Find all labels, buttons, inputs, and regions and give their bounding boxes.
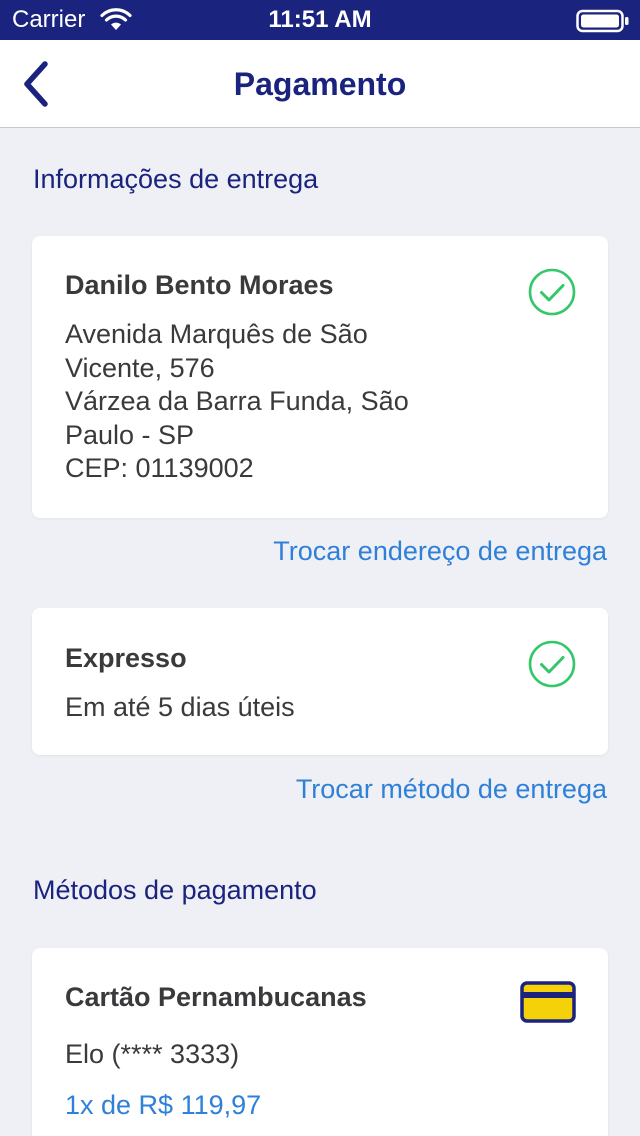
address-line-4: Paulo - SP (65, 420, 195, 450)
shipping-method-card[interactable]: Expresso Em até 5 dias úteis (32, 608, 608, 755)
delivery-section-title: Informações de entrega (33, 164, 319, 194)
credit-card-icon (520, 981, 576, 1023)
check-circle-icon (528, 640, 576, 688)
address-line-2: Vicente, 576 (65, 353, 215, 383)
address-line-1: Avenida Marquês de São (65, 319, 368, 349)
payment-card-brand: Elo (**** 3333) (65, 1039, 240, 1069)
payment-card-name: Cartão Pernambucanas (65, 982, 367, 1012)
shipping-method-name: Expresso (65, 643, 187, 673)
address-card[interactable]: Danilo Bento Moraes Avenida Marquês de S… (32, 236, 608, 518)
address-line-3: Várzea da Barra Funda, São (65, 386, 409, 416)
payment-section-title: Métodos de pagamento (33, 875, 317, 905)
recipient-name: Danilo Bento Moraes (65, 270, 334, 300)
status-time: 11:51 AM (268, 6, 372, 33)
shipping-eta: Em até 5 dias úteis (65, 692, 295, 722)
change-address-link[interactable]: Trocar endereço de entrega (273, 534, 607, 568)
status-bar: Carrier 11:51 AM (0, 0, 640, 40)
battery-full-icon (576, 9, 629, 33)
navigation-bar: Pagamento (0, 40, 640, 128)
address-zip: CEP: 01139002 (65, 453, 254, 483)
check-circle-icon (528, 268, 576, 316)
installments-link[interactable]: 1x de R$ 119,97 (65, 1088, 261, 1122)
change-shipping-link[interactable]: Trocar método de entrega (296, 772, 607, 806)
payment-card[interactable]: Cartão Pernambucanas Elo (**** 3333) 1x … (32, 948, 608, 1136)
page-title: Pagamento (233, 66, 407, 102)
